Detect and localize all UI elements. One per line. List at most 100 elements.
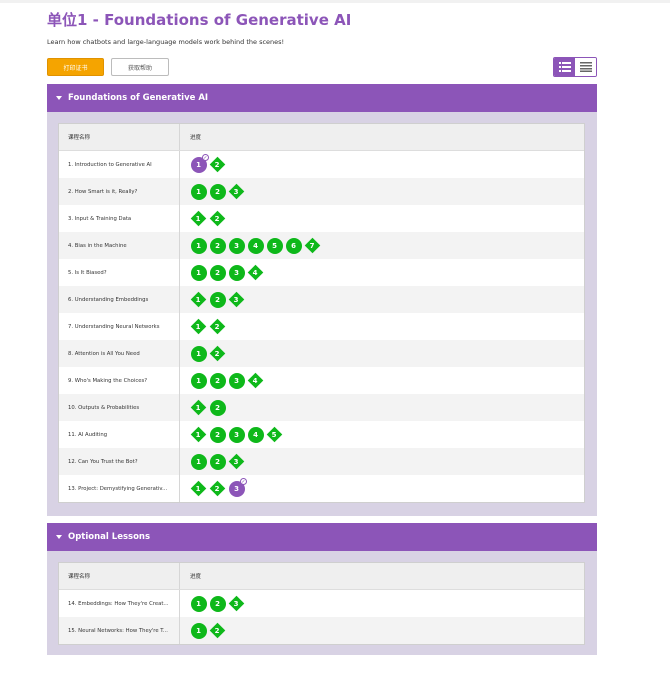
lesson-name-link[interactable]: 13. Project: Demystifying Generativ... — [59, 486, 179, 492]
list-view-button[interactable] — [554, 58, 575, 76]
lesson-name-link[interactable]: 3. Input & Training Data — [59, 216, 179, 222]
column-divider — [179, 259, 180, 286]
level-number: 7 — [310, 241, 315, 250]
level-bubble[interactable]: 2 — [209, 595, 226, 612]
level-bubble[interactable]: 2 — [209, 291, 226, 308]
diamond-shape: 2 — [209, 622, 226, 639]
get-help-button[interactable]: 获取帮助 — [111, 58, 169, 76]
diamond-shape: 4 — [247, 264, 264, 281]
level-bubble-diamond[interactable]: 3 — [228, 183, 245, 200]
level-bubble-diamond[interactable]: 5 — [266, 426, 283, 443]
lesson-name-link[interactable]: 8. Attention is All You Need — [59, 351, 179, 357]
level-bubble-diamond[interactable]: 1 — [190, 291, 207, 308]
print-certificate-button[interactable]: 打印证书 — [47, 58, 104, 76]
level-number: 3 — [234, 457, 239, 466]
level-number: 2 — [209, 399, 226, 416]
level-number: 4 — [247, 426, 264, 443]
lesson-name-link[interactable]: 12. Can You Trust the Bot? — [59, 459, 179, 465]
level-number: 4 — [253, 376, 258, 385]
level-bubble-diamond[interactable]: 4 — [247, 372, 264, 389]
level-bubble-diamond[interactable]: 1 — [190, 318, 207, 335]
level-bubble[interactable]: 1 — [190, 345, 207, 362]
level-number: 3 — [234, 295, 239, 304]
level-number: 3 — [234, 599, 239, 608]
level-bubble[interactable]: 1 — [190, 183, 207, 200]
progress-cell: 1 ✓ 2 — [179, 154, 226, 173]
lesson-name-link[interactable]: 6. Understanding Embeddings — [59, 297, 179, 303]
lesson-name-link[interactable]: 9. Who's Making the Choices? — [59, 378, 179, 384]
level-bubble[interactable]: 2 — [209, 426, 226, 443]
level-bubble[interactable]: 3 — [228, 426, 245, 443]
column-header-progress: 进度 — [190, 135, 202, 141]
unit-header[interactable]: Optional Lessons — [47, 523, 597, 551]
check-icon: ✓ — [202, 154, 209, 161]
level-bubble[interactable]: 2 — [209, 264, 226, 281]
lesson-row: 6. Understanding Embeddings 1 2 3 — [59, 286, 584, 313]
diamond-shape: 2 — [209, 318, 226, 335]
level-bubble[interactable]: 3 — [228, 264, 245, 281]
level-bubble-diamond[interactable]: 2 — [209, 622, 226, 639]
level-bubble[interactable]: 2 — [209, 372, 226, 389]
level-bubble-diamond[interactable]: 7 — [304, 237, 321, 254]
lesson-name-link[interactable]: 15. Neural Networks: How They're T... — [59, 628, 179, 634]
diamond-shape: 1 — [190, 426, 207, 443]
level-number: 2 — [209, 426, 226, 443]
level-bubble[interactable]: 6 — [285, 237, 302, 254]
level-bubble-diamond[interactable]: 2 — [209, 210, 226, 227]
lesson-name-link[interactable]: 5. Is It Biased? — [59, 270, 179, 276]
caret-down-icon — [56, 535, 62, 539]
level-bubble[interactable]: 2 — [209, 183, 226, 200]
level-bubble[interactable]: 1 — [190, 264, 207, 281]
level-bubble-diamond[interactable]: 1 — [190, 210, 207, 227]
lesson-name-link[interactable]: 4. Bias in the Machine — [59, 243, 179, 249]
lesson-table: 课程名称 进度 1. Introduction to Generative AI 1 ✓… — [58, 123, 585, 503]
level-bubble-diamond[interactable]: 2 — [209, 156, 226, 173]
level-bubble[interactable]: 5 — [266, 237, 283, 254]
level-bubble[interactable]: 1 — [190, 595, 207, 612]
level-bubble[interactable]: 2 — [209, 399, 226, 416]
level-bubble-diamond[interactable]: 2 — [209, 480, 226, 497]
level-bubble-diamond[interactable]: 1 — [190, 399, 207, 416]
lesson-name-link[interactable]: 1. Introduction to Generative AI — [59, 162, 179, 168]
level-bubble[interactable]: 1 — [190, 372, 207, 389]
level-bubble[interactable]: 1 — [190, 237, 207, 254]
level-bubble[interactable]: 4 — [247, 426, 264, 443]
lesson-name-link[interactable]: 11. AI Auditing — [59, 432, 179, 438]
lesson-row: 1. Introduction to Generative AI 1 ✓ 2 — [59, 151, 584, 178]
lesson-name-link[interactable]: 2. How Smart is it, Really? — [59, 189, 179, 195]
lesson-row: 11. AI Auditing 1 2 3 4 5 — [59, 421, 584, 448]
detail-view-button[interactable] — [575, 58, 596, 76]
level-bubble[interactable]: 3 — [228, 372, 245, 389]
level-bubble-diamond[interactable]: 4 — [247, 264, 264, 281]
level-bubble-diamond[interactable]: 2 — [209, 318, 226, 335]
level-bubble-diamond[interactable]: 1 — [190, 426, 207, 443]
level-bubble[interactable]: 1 — [190, 453, 207, 470]
level-number: 3 — [234, 187, 239, 196]
level-bubble-diamond[interactable]: 2 — [209, 345, 226, 362]
diamond-shape: 3 — [228, 291, 245, 308]
level-bubble-diamond[interactable]: 3 — [228, 595, 245, 612]
diamond-shape: 2 — [209, 345, 226, 362]
column-divider — [179, 151, 180, 178]
level-bubble[interactable]: 4 — [247, 237, 264, 254]
lesson-row: 5. Is It Biased? 1 2 3 4 — [59, 259, 584, 286]
level-bubble-diamond[interactable]: 1 — [190, 480, 207, 497]
level-bubble[interactable]: 2 — [209, 453, 226, 470]
diamond-shape: 1 — [190, 399, 207, 416]
level-bubble[interactable]: 3 ✓ — [228, 478, 247, 497]
level-bubble-diamond[interactable]: 3 — [228, 291, 245, 308]
level-bubble-diamond[interactable]: 3 — [228, 453, 245, 470]
column-divider — [179, 286, 180, 313]
level-bubble[interactable]: 1 ✓ — [190, 154, 209, 173]
unit-header[interactable]: Foundations of Generative AI — [47, 84, 597, 112]
level-bubble[interactable]: 1 — [190, 622, 207, 639]
level-bubble[interactable]: 3 — [228, 237, 245, 254]
level-number: 2 — [209, 595, 226, 612]
lesson-name-link[interactable]: 14. Embeddings: How They're Creat... — [59, 601, 179, 607]
level-bubble[interactable]: 2 — [209, 237, 226, 254]
lesson-name-link[interactable]: 7. Understanding Neural Networks — [59, 324, 179, 330]
level-number: 2 — [215, 322, 220, 331]
lesson-name-link[interactable]: 10. Outputs & Probabilities — [59, 405, 179, 411]
level-number: 2 — [215, 160, 220, 169]
column-divider — [179, 340, 180, 367]
